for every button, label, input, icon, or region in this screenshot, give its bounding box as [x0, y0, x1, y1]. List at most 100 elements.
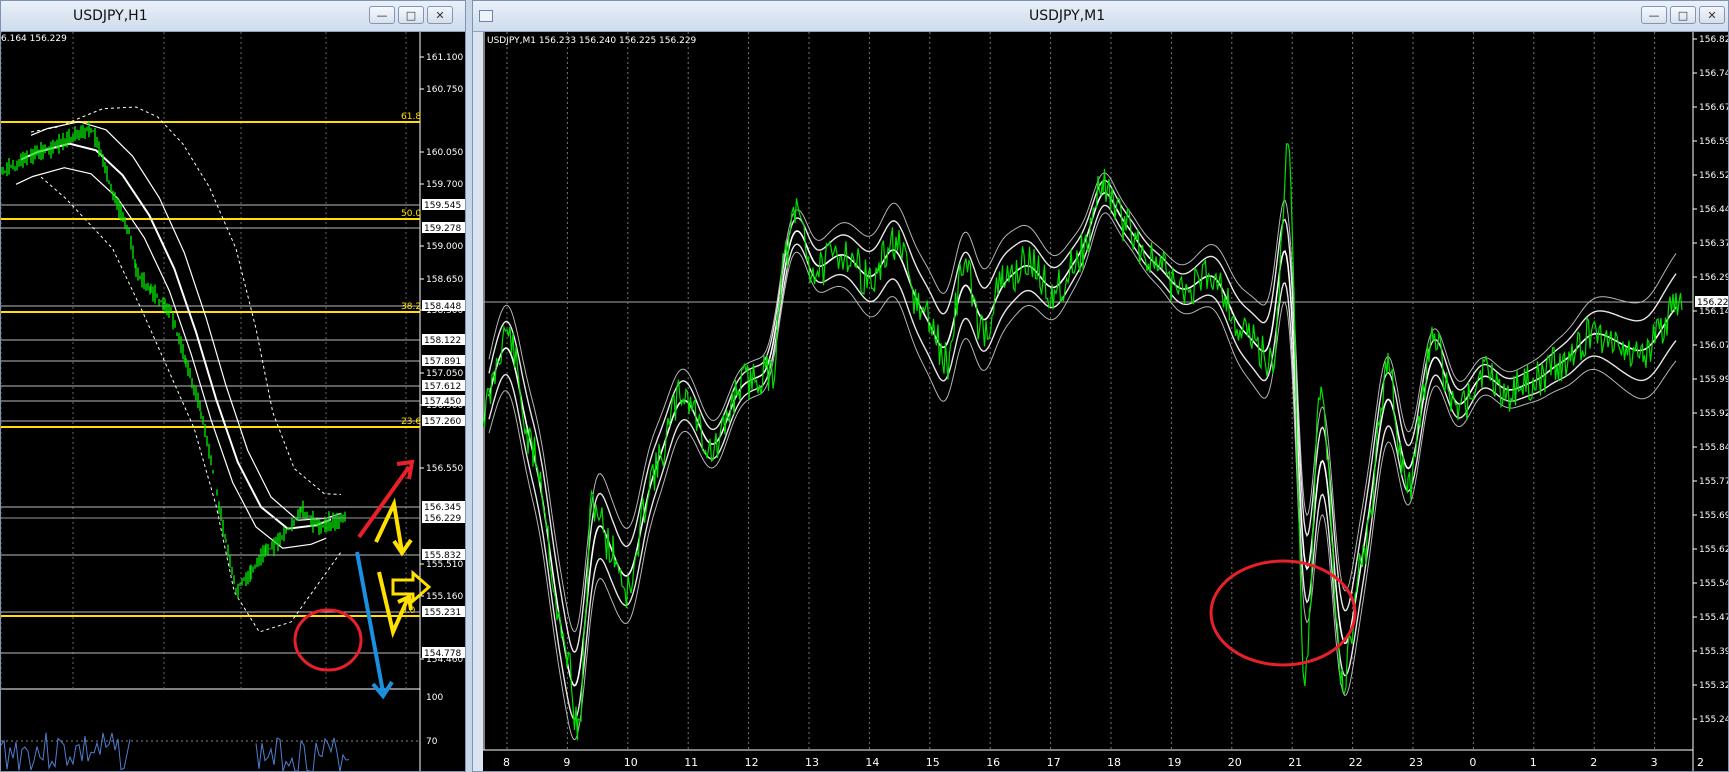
bollinger-band	[488, 204, 1677, 721]
time-tick-label: 17	[1047, 756, 1061, 769]
maximize-icon: □	[1677, 8, 1689, 22]
highlight-circle	[293, 608, 363, 672]
h1-chart-svg: 6.164 156.229 161.100 160.750 160.050 159.70…	[1, 32, 465, 771]
time-tick-label: 0	[1469, 756, 1476, 769]
minimize-button[interactable]: —	[1641, 6, 1667, 24]
price-tick-label: 155.695	[1699, 511, 1729, 521]
time-tick-label: 12	[745, 756, 759, 769]
price-tick-label: 155.545	[1699, 579, 1729, 589]
level-label: 154.778	[424, 649, 461, 659]
time-tick-label: 2	[1697, 756, 1704, 769]
time-tick-label: 11	[684, 756, 698, 769]
time-tick-label: 13	[805, 756, 819, 769]
price-tick-label: 160.050	[426, 148, 463, 158]
level-label: 158.448	[424, 302, 461, 312]
close-button[interactable]: ✕	[1699, 6, 1725, 24]
indicator-line	[1, 732, 131, 771]
price-tick-label: 159.700	[426, 180, 463, 190]
price-tick-label: 161.100	[426, 53, 463, 63]
time-tick-label: 18	[1107, 756, 1121, 769]
price-tick-label: 155.395	[1699, 647, 1729, 657]
fib-label: 61.8	[401, 112, 421, 122]
price-tick-label: 156.370	[1699, 239, 1729, 249]
right-window-titlebar[interactable]: USDJPY,M1 — □ ✕	[473, 1, 1728, 32]
price-tick-label: 156.520	[1699, 171, 1729, 181]
price-tick-label: 155.995	[1699, 375, 1729, 385]
level-label: 159.278	[424, 224, 461, 234]
time-tick-label: 15	[926, 756, 940, 769]
price-tick-label: 159.000	[426, 242, 463, 252]
price-tick-label: 156.145	[1699, 307, 1729, 317]
price-tick-label: 157.050	[426, 369, 463, 379]
m1-chart-area[interactable]: USDJPY,M1 156.233 156.240 156.225 156.22…	[483, 32, 1729, 771]
price-tick-label: 155.510	[426, 560, 463, 570]
time-tick-label: 21	[1288, 756, 1302, 769]
close-button[interactable]: ✕	[427, 6, 453, 24]
left-window-title: USDJPY,H1	[73, 8, 148, 24]
h1-chart-area[interactable]: 6.164 156.229 161.100 160.750 160.050 159.70…	[1, 32, 465, 771]
price-tick-label: 156.070	[1699, 341, 1729, 351]
price-tick-label: 156.670	[1699, 103, 1729, 113]
price-tick-label: 155.245	[1699, 715, 1729, 725]
maximize-button[interactable]: □	[1670, 6, 1696, 24]
price-tick-label: 155.845	[1699, 443, 1729, 453]
price-tick-label: 155.160	[426, 592, 463, 602]
level-label: 157.260	[424, 417, 461, 427]
indicator-line	[255, 737, 350, 771]
price-tick-label: 156.445	[1699, 205, 1729, 215]
price-tick-label: 156.745	[1699, 69, 1729, 79]
time-tick-label: 16	[986, 756, 1000, 769]
time-tick-label: 19	[1167, 756, 1181, 769]
close-icon: ✕	[1707, 8, 1717, 22]
chart-header: 6.164 156.229	[1, 34, 67, 44]
time-tick-label: 9	[563, 756, 570, 769]
price-tick-label: 158.650	[426, 275, 463, 285]
fib-label: 50.0	[401, 209, 421, 219]
yellow-right-arrow	[391, 569, 432, 605]
left-window-titlebar[interactable]: USDJPY,H1 — □ ✕	[1, 1, 465, 32]
level-label: 155.231	[424, 608, 461, 618]
time-tick-label: 3	[1651, 756, 1658, 769]
time-tick-label: 22	[1349, 756, 1363, 769]
time-tick-label: 8	[503, 756, 510, 769]
fib-label: 38.2	[401, 302, 421, 312]
level-label: 155.832	[424, 551, 461, 561]
bollinger-upper	[30, 121, 342, 521]
right-window-title: USDJPY,M1	[1029, 8, 1106, 24]
moving-average	[20, 142, 332, 530]
minimize-icon: —	[1648, 8, 1660, 22]
level-label: 156.345	[424, 503, 461, 513]
window-menu-icon[interactable]	[479, 10, 493, 22]
price-tick-label: 155.920	[1699, 409, 1729, 419]
maximize-icon: □	[405, 8, 417, 22]
price-tick-label: 156.550	[426, 464, 463, 474]
level-label: 158.122	[424, 336, 461, 346]
level-label: 157.612	[424, 382, 461, 392]
time-tick-label: 10	[624, 756, 638, 769]
price-tick-label: 156.295	[1699, 273, 1729, 283]
price-tick-label: 156.595	[1699, 137, 1729, 147]
price-tick-label: 155.470	[1699, 613, 1729, 623]
level-label: 157.891	[424, 357, 461, 367]
right-chart-window[interactable]: USDJPY,M1 — □ ✕ USDJPY,M1 156.233 156.24…	[472, 0, 1729, 772]
fib-label: 23.6	[401, 417, 421, 427]
indicator-tick-label: 100	[426, 693, 443, 703]
left-chart-window[interactable]: USDJPY,H1 — □ ✕ 6.164 156.229 161.100 160.…	[0, 0, 466, 772]
time-tick-label: 2	[1590, 756, 1597, 769]
time-tick-label: 23	[1409, 756, 1423, 769]
bollinger-band	[488, 212, 1677, 741]
m1-chart-svg: USDJPY,M1 156.233 156.240 156.225 156.22…	[483, 32, 1729, 771]
price-tick-label: 156.820	[1699, 35, 1729, 45]
price-tick-label: 160.750	[426, 85, 463, 95]
chart-header: USDJPY,M1 156.233 156.240 156.225 156.22…	[487, 36, 697, 46]
minimize-button[interactable]: —	[369, 6, 395, 24]
time-tick-label: 1	[1530, 756, 1537, 769]
time-tick-label: 14	[865, 756, 879, 769]
price-tick-label: 155.770	[1699, 477, 1729, 487]
close-icon: ✕	[435, 8, 445, 22]
maximize-button[interactable]: □	[398, 6, 424, 24]
price-tick-label: 155.320	[1699, 681, 1729, 691]
indicator-tick-label: 70	[426, 737, 438, 747]
level-label: 159.545	[424, 201, 461, 211]
current-price-label: 156.229	[1697, 298, 1729, 308]
